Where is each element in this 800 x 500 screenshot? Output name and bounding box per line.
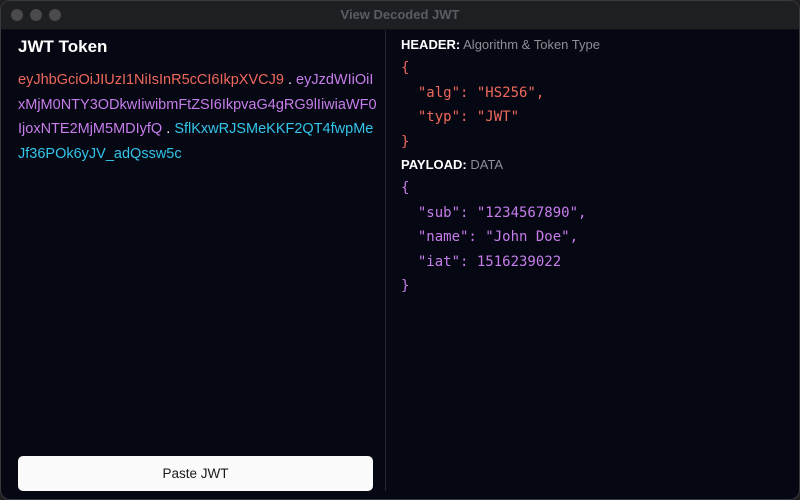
token-pane: JWT Token eyJhbGciOiJIUzI1NiIsInR5cCI6Ik… xyxy=(1,30,385,499)
payload-label: PAYLOAD: xyxy=(401,157,467,172)
payload-sublabel: DATA xyxy=(470,157,504,172)
decoded-pane: HEADER: Algorithm & Token Type { "alg": … xyxy=(386,30,799,499)
window-title: View Decoded JWT xyxy=(340,7,460,22)
token-separator: . xyxy=(166,121,171,137)
header-label: HEADER: xyxy=(401,37,461,52)
jwt-token-text[interactable]: eyJhbGciOiJIUzI1NiIsInR5cCI6IkpXVCJ9 . e… xyxy=(18,68,378,166)
payload-json: { "sub": "1234567890", "name": "John Doe… xyxy=(401,180,587,294)
header-sublabel: Algorithm & Token Type xyxy=(463,37,600,52)
header-json: { "alg": "HS256", "typ": "JWT" } xyxy=(401,60,545,150)
header-section-label: HEADER: Algorithm & Token Type xyxy=(401,37,600,52)
app-window: View Decoded JWT JWT Token eyJhbGciOiJIU… xyxy=(0,0,800,500)
paste-jwt-button[interactable]: Paste JWT xyxy=(18,456,373,491)
title-bar: View Decoded JWT xyxy=(1,1,799,30)
token-heading: JWT Token xyxy=(18,37,108,56)
token-header-segment: eyJhbGciOiJIUzI1NiIsInR5cCI6IkpXVCJ9 xyxy=(18,72,284,88)
token-separator: . xyxy=(287,72,292,88)
payload-section-label: PAYLOAD: DATA xyxy=(401,157,503,172)
